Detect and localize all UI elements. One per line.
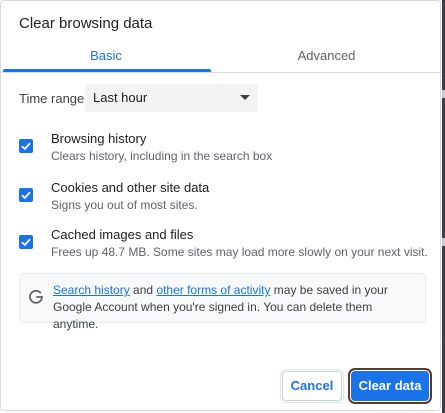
cancel-button[interactable]: Cancel [282,371,342,401]
option-title: Cached images and files [51,227,194,242]
search-history-link[interactable]: Search history [53,283,130,297]
info-text: Search history and other forms of activi… [53,282,418,333]
checkmark-icon [21,238,31,247]
dialog-title: Clear browsing data [19,15,153,32]
footer-divider [1,342,442,343]
tab-bar: Basic Advanced [1,43,442,73]
browsing-history-checkbox[interactable] [19,139,33,153]
dropdown-arrow-icon [240,95,250,100]
info-text-and: and [129,283,157,297]
checkmark-icon [21,191,31,200]
clear-data-button[interactable]: Clear data [348,368,432,404]
option-subtitle: Signs you out of most sites. [51,198,198,212]
time-range-select[interactable]: Last hour [85,84,258,112]
tab-basic[interactable]: Basic [1,43,211,71]
cached-images-checkbox[interactable] [19,235,33,249]
option-title: Cookies and other site data [51,180,210,195]
option-title: Browsing history [51,131,147,146]
clear-browsing-data-dialog: Clear browsing data Basic Advanced Time … [0,0,442,411]
option-subtitle: Frees up 48.7 MB. Some sites may load mo… [51,245,428,259]
google-g-icon [29,289,43,304]
cookies-checkbox[interactable] [19,188,33,202]
other-activity-link[interactable]: other forms of activity [156,283,270,297]
time-range-label: Time range [19,91,85,106]
time-range-value: Last hour [93,90,148,105]
google-account-info-box: Search history and other forms of activi… [19,273,426,331]
tab-divider [1,72,442,73]
option-subtitle: Clears history, including in the search … [51,149,273,163]
checkmark-icon [21,142,31,151]
tab-advanced[interactable]: Advanced [211,43,442,71]
